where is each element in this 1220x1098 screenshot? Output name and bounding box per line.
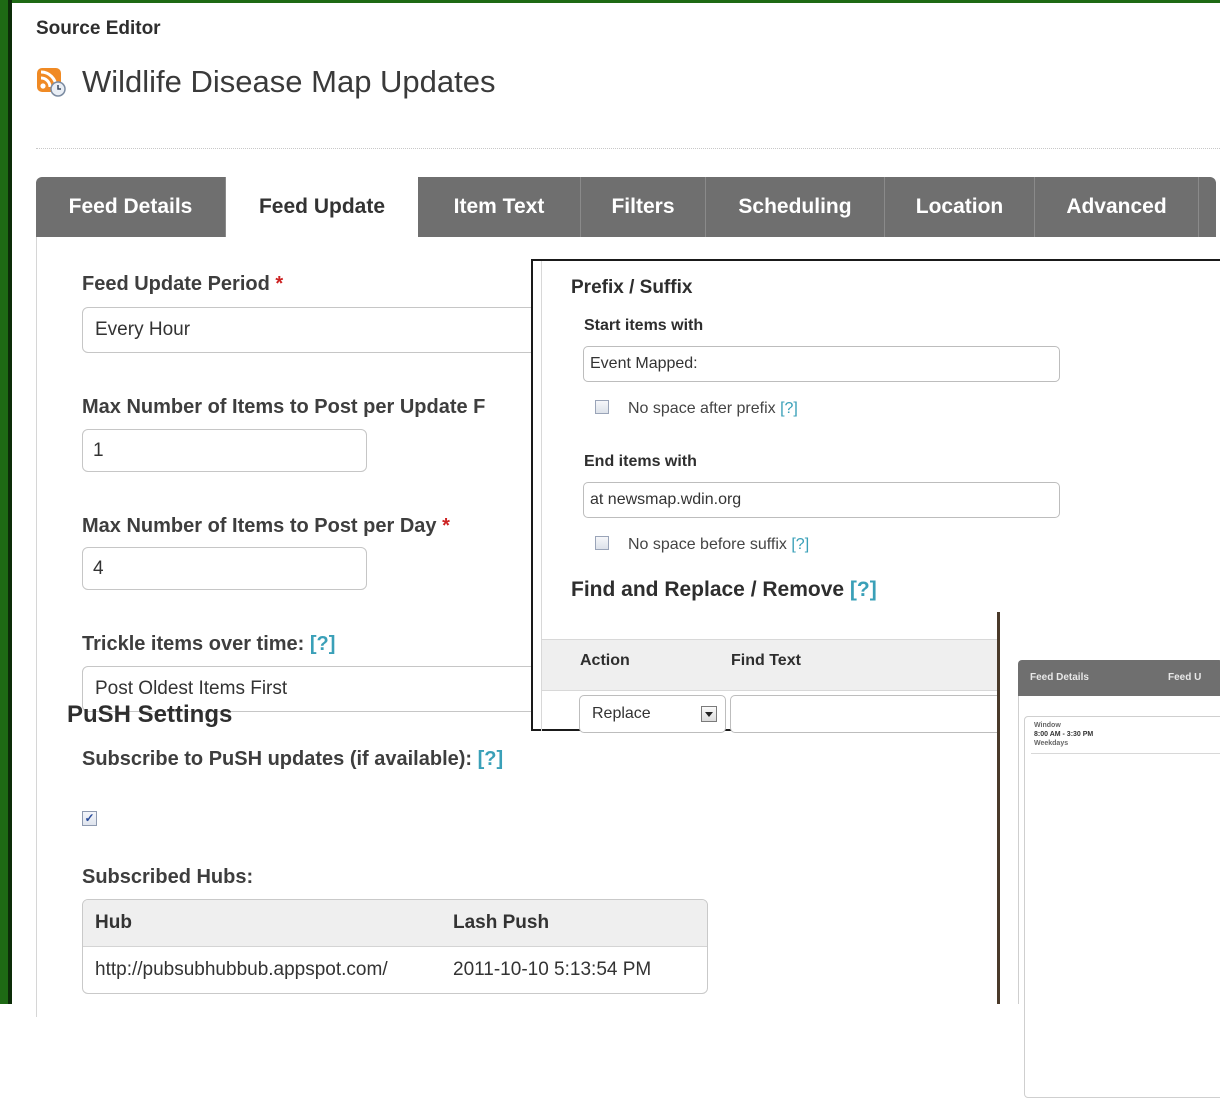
max-per-day-input[interactable]: 4 [82,547,367,590]
hubs-table-header: Hub Lash Push [83,900,707,947]
max-per-update-label: Max Number of Items to Post per Update F [82,396,486,418]
window-frame-left [0,0,8,1004]
col-action: Action [580,652,630,669]
prefix-suffix-title: Prefix / Suffix [571,277,693,298]
action-select-value: Replace [592,705,651,722]
window-frame-left-shadow [8,0,12,1004]
tab-feed-update[interactable]: Feed Update [226,177,418,237]
thumb-tab-feed-update: Feed U [1168,672,1202,683]
tab-filters[interactable]: Filters [581,177,706,237]
thumb-window-label: Window [1034,722,1061,729]
thumb-tab-feed-details: Feed Details [1030,672,1089,683]
no-space-prefix-label: No space after prefix [?] [628,400,798,417]
header-divider [36,148,1220,149]
thumb-panel: Window 8:00 AM - 3:30 PM Weekdays [1018,696,1220,1098]
update-period-label: Feed Update Period * [82,273,284,295]
subscribed-hubs-label: Subscribed Hubs: [82,866,254,888]
tab-item-text[interactable]: Item Text [418,177,581,237]
tab-feed-details[interactable]: Feed Details [36,177,226,237]
window-frame-top [0,0,1220,3]
hub-last-push: 2011-10-10 5:13:54 PM [453,959,652,980]
col-find-text: Find Text [731,652,801,669]
tab-location[interactable]: Location [885,177,1035,237]
action-select[interactable]: Replace [579,695,726,733]
hubs-col-hub: Hub [95,912,132,933]
push-subscribe-checkbox[interactable]: ✓ [82,811,97,826]
update-period-select[interactable]: Every Hour [82,307,552,353]
required-mark: * [442,515,450,537]
no-space-suffix-checkbox[interactable] [595,536,609,550]
max-per-day-label: Max Number of Items to Post per Day * [82,515,450,537]
page-title: Wildlife Disease Map Updates [82,64,496,99]
tab-scheduling[interactable]: Scheduling [706,177,885,237]
title-row: Wildlife Disease Map Updates [36,64,496,100]
thumb-window-card: Window 8:00 AM - 3:30 PM Weekdays [1024,716,1220,1098]
thumb-divider [1031,753,1220,754]
prefix-help-link[interactable]: [?] [780,400,798,417]
hub-url: http://pubsubhubbub.appspot.com/ [95,959,388,980]
start-items-input[interactable]: Event Mapped: [583,346,1060,382]
suffix-help-link[interactable]: [?] [791,536,809,553]
dropdown-arrow-icon[interactable] [701,706,717,722]
tab-bar: Feed Details Feed Update Item Text Filte… [36,177,1216,237]
find-help-link[interactable]: [?] [850,578,877,601]
scheduling-overlay: Feed Details Feed U Window 8:00 AM - 3:3… [997,612,1220,1098]
rss-clock-icon [36,67,66,97]
no-space-suffix-label: No space before suffix [?] [628,536,810,553]
table-row: http://pubsubhubbub.appspot.com/ 2011-10… [83,947,707,993]
find-text-input[interactable] [730,695,1010,733]
end-items-input[interactable]: at newsmap.wdin.org [583,482,1060,518]
hubs-table: Hub Lash Push http://pubsubhubbub.appspo… [82,899,708,994]
app-label: Source Editor [36,18,161,39]
tab-advanced[interactable]: Advanced [1035,177,1199,237]
end-items-label: End items with [584,453,697,470]
push-settings-title: PuSH Settings [67,701,233,728]
max-per-update-input[interactable]: 1 [82,429,367,472]
trickle-help-link[interactable]: [?] [310,633,336,655]
trickle-label: Trickle items over time: [?] [82,633,336,655]
thumb-window-days: Weekdays [1034,740,1069,747]
push-subscribe-label: Subscribe to PuSH updates (if available)… [82,748,504,770]
start-items-label: Start items with [584,317,704,334]
no-space-prefix-checkbox[interactable] [595,400,609,414]
push-help-link[interactable]: [?] [478,748,504,770]
thumb-tab-bar: Feed Details Feed U [1018,660,1220,696]
hubs-col-last-push: Lash Push [453,912,550,933]
required-mark: * [275,273,284,295]
find-replace-title: Find and Replace / Remove [?] [571,578,877,601]
thumb-window-time: 8:00 AM - 3:30 PM [1034,731,1094,738]
